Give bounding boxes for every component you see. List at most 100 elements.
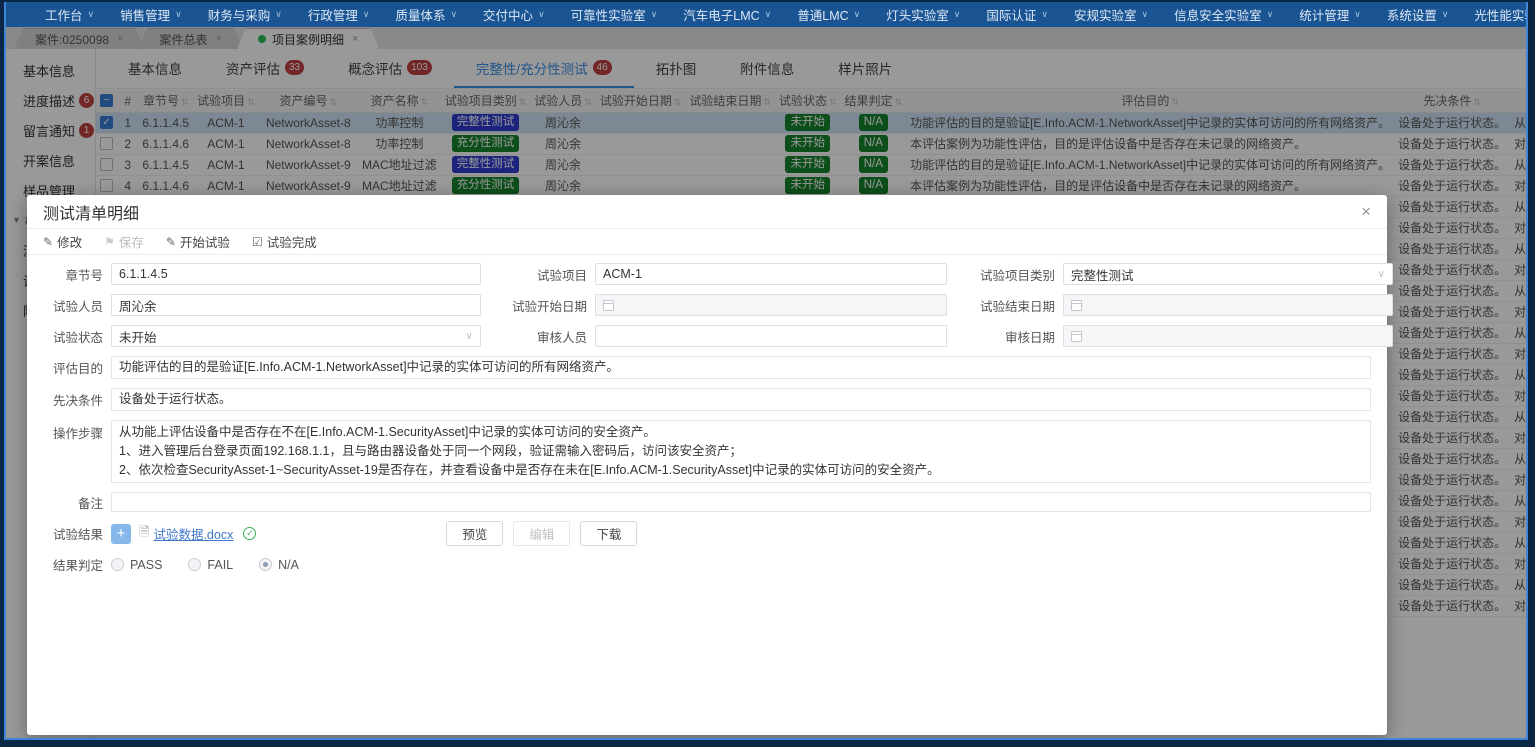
remark-field[interactable]	[111, 492, 1371, 512]
document-icon: 🗎	[139, 523, 150, 539]
chapter-input[interactable]	[119, 267, 473, 281]
下载-button[interactable]: 下载	[580, 521, 638, 546]
radio-icon[interactable]	[111, 558, 124, 571]
chevron-down-icon: ∨	[87, 9, 95, 19]
开始试验-button[interactable]: ✎ 开始试验	[166, 232, 230, 251]
chevron-down-icon: ∨	[953, 9, 961, 19]
purpose-label: 评估目的	[52, 362, 103, 376]
nav-item-8[interactable]: 汽车电子LMC ∨	[670, 2, 784, 27]
start-date-label: 试验开始日期	[511, 299, 587, 314]
chevron-down-icon: ∨	[538, 9, 545, 19]
precondition-field[interactable]: 设备处于运行状态。	[111, 388, 1371, 411]
status-select[interactable]: 未开始 ∨	[111, 325, 481, 347]
modal-toolbar: ✎ 修改 ⚑ 保存 ✎ 开始试验 ☑ 试验完成	[27, 229, 1387, 255]
nav-item-6[interactable]: 交付中心 ∨	[470, 2, 558, 27]
nav-item-label: 国际认证	[986, 9, 1037, 23]
modal-body: 章节号 试验项目 试验项目类别 完整性测试 ∨ 试验人员 试验开始日期 试验结束日…	[27, 255, 1393, 574]
result-label: 试验结果	[52, 528, 103, 542]
nav-item-label: 行政管理	[307, 9, 358, 23]
project-input[interactable]	[603, 267, 939, 281]
chevron-down-icon: ∨	[1041, 9, 1048, 19]
chapter-label: 章节号	[65, 268, 103, 283]
steps-field[interactable]: 从功能上评估设备中是否存在不在[E.Info.ACM-1.SecurityAss…	[111, 420, 1371, 483]
chevron-down-icon: ∨	[175, 9, 182, 19]
保存-button: ⚑ 保存	[104, 232, 144, 251]
verdict-option-N/A[interactable]: N/A	[259, 558, 299, 572]
radio-icon[interactable]	[188, 558, 202, 571]
nav-item-12[interactable]: 安规实验室 ∨	[1061, 2, 1161, 27]
nav-item-5[interactable]: 质量体系 ∨	[382, 2, 470, 27]
nav-item-3[interactable]: 财务与采购 ∨	[195, 2, 295, 27]
start-date-field[interactable]	[595, 294, 947, 316]
chevron-down-icon: ∨	[650, 9, 658, 19]
save-flag-icon: ⚑	[104, 234, 115, 249]
project-field[interactable]	[595, 263, 947, 285]
nav-item-16[interactable]: 光性能实验室∨	[1461, 2, 1526, 27]
nav-item-label: 光性能实验室	[1474, 9, 1526, 23]
calendar-icon	[1071, 299, 1082, 311]
nav-item-9[interactable]: 普通LMC ∨	[784, 2, 873, 27]
review-date-label: 审核日期	[1004, 330, 1055, 345]
person-input[interactable]	[119, 298, 473, 312]
reviewer-field[interactable]	[595, 325, 947, 347]
reviewer-input[interactable]	[603, 329, 939, 343]
修改-button[interactable]: ✎ 修改	[43, 232, 82, 251]
nav-item-label: 普通LMC	[797, 9, 849, 23]
radio-icon[interactable]	[259, 558, 273, 571]
end-date-label: 试验结束日期	[979, 299, 1055, 314]
category-select[interactable]: 完整性测试 ∨	[1063, 263, 1393, 285]
verdict-label: 结果判定	[52, 559, 103, 573]
toolbar-button-label: 开始试验	[179, 236, 230, 250]
nav-item-label: 财务与采购	[207, 9, 271, 23]
nav-item-11[interactable]: 国际认证 ∨	[973, 2, 1061, 27]
end-date-field[interactable]	[1063, 294, 1393, 316]
nav-item-10[interactable]: 灯头实验室 ∨	[873, 2, 973, 27]
chevron-down-icon: ∨	[1377, 268, 1385, 280]
calendar-icon	[1071, 330, 1082, 342]
test-detail-modal: 测试清单明细 × ✎修改⚑保存✎开始试验☑试验完成 章节号 试验项目 试验项目类…	[27, 195, 1393, 735]
chapter-field[interactable]	[111, 263, 481, 285]
verdict-option-FAIL[interactable]: FAIL	[188, 558, 233, 572]
start-test-icon: ✎	[165, 234, 176, 249]
edit-icon: ✎	[43, 234, 54, 249]
nav-item-label: 可靠性实验室	[570, 9, 646, 23]
add-file-button[interactable]: +	[111, 523, 131, 544]
nav-item-label: 信息安全实验室	[1174, 9, 1262, 23]
toolbar-button-label: 保存	[118, 236, 144, 250]
nav-item-label: 安规实验室	[1073, 9, 1137, 23]
attachment-buttons: 预览 编辑 下载	[446, 521, 638, 546]
chevron-down-icon: ∨	[450, 9, 458, 19]
review-date-field[interactable]	[1063, 325, 1393, 347]
预览-button[interactable]: 预览	[446, 521, 504, 546]
person-field[interactable]	[111, 294, 481, 316]
nav-item-4[interactable]: 行政管理 ∨	[295, 2, 383, 27]
nav-item-label: 销售管理	[120, 9, 171, 23]
chevron-down-icon: ∨	[1441, 9, 1449, 19]
result-file-link[interactable]: 试验数据.docx	[153, 524, 233, 543]
nav-item-14[interactable]: 统计管理 ∨	[1286, 2, 1374, 27]
nav-item-7[interactable]: 可靠性实验室 ∨	[558, 2, 671, 27]
编辑-button: 编辑	[513, 521, 571, 546]
nav-item-15[interactable]: 系统设置 ∨	[1374, 2, 1462, 27]
chevron-down-icon: ∨	[1354, 9, 1361, 19]
calendar-icon	[603, 299, 614, 311]
nav-item-label: 系统设置	[1386, 9, 1437, 23]
nav-item-1[interactable]: 工作台 ∨	[32, 2, 107, 27]
nav-item-label: 质量体系	[395, 9, 446, 23]
app-window: 工作台 ∨ 销售管理 ∨ 财务与采购 ∨ 行政管理 ∨ 质量体系 ∨ 交付中心 ∨ 可靠性实验室 ∨ 汽车电…	[4, 2, 1528, 740]
试验完成-button[interactable]: ☑ 试验完成	[252, 232, 317, 251]
nav-item-2[interactable]: 销售管理 ∨	[107, 2, 195, 27]
verdict-option-PASS[interactable]: PASS	[111, 558, 162, 572]
chevron-down-icon: ∨	[764, 9, 772, 19]
radio-label: PASS	[130, 557, 163, 572]
toolbar-button-label: 试验完成	[266, 236, 317, 250]
verdict-radio-group: PASS FAIL N/A	[111, 558, 299, 572]
nav-item-label: 汽车电子LMC	[683, 9, 760, 23]
chevron-down-icon: ∨	[853, 9, 861, 19]
chevron-down-icon: ∨	[275, 9, 282, 19]
nav-item-13[interactable]: 信息安全实验室 ∨	[1161, 2, 1286, 27]
chevron-down-icon: ∨	[362, 9, 370, 19]
close-icon[interactable]: ×	[1361, 203, 1371, 220]
modal-title: 测试清单明细	[43, 205, 140, 223]
purpose-field[interactable]: 功能评估的目的是验证[E.Info.ACM-1.NetworkAsset]中记录…	[111, 356, 1371, 379]
